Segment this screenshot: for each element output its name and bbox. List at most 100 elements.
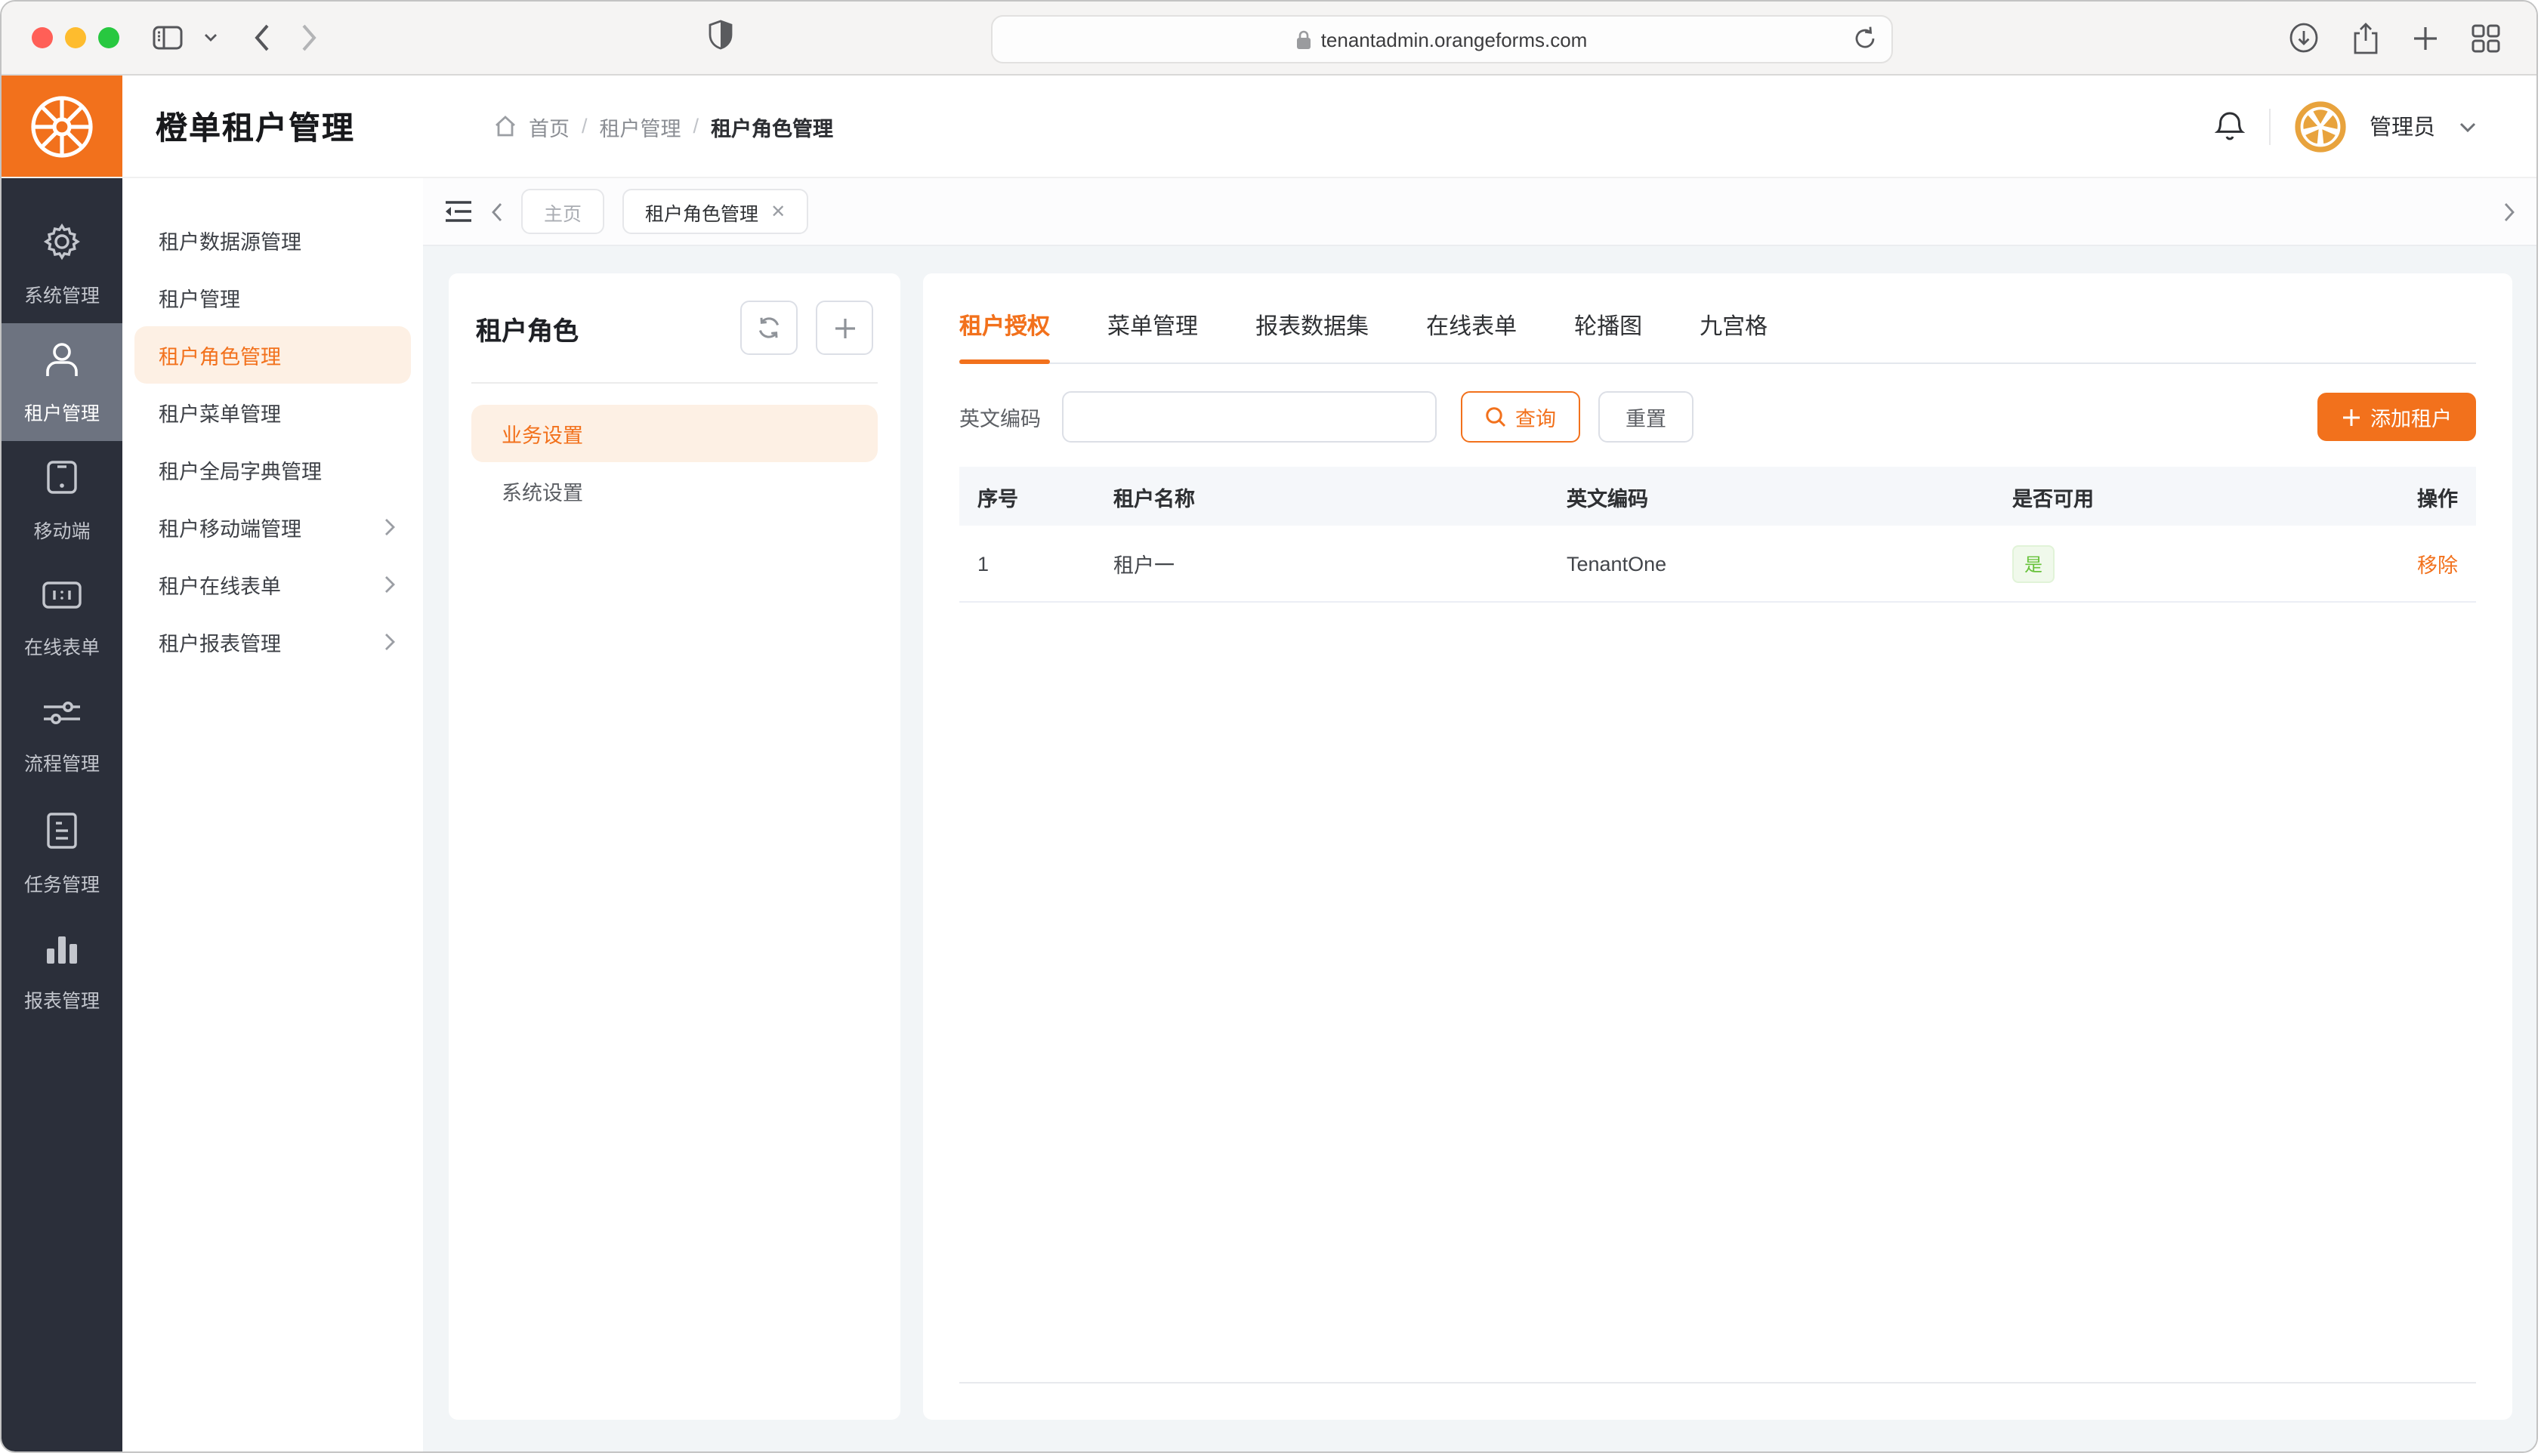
breadcrumb-parent[interactable]: 租户管理: [600, 111, 681, 141]
tenant-table: 序号 租户名称 英文编码 是否可用 操作 1 租户一 TenantOne 是 移…: [959, 467, 2476, 1384]
col-tenant-name: 租户名称: [1095, 481, 1548, 511]
sidebar-item-system[interactable]: 系统管理: [2, 205, 122, 323]
cell-available: 是: [1994, 544, 2387, 582]
user-name[interactable]: 管理员: [2370, 110, 2435, 142]
cell-actions: 移除: [2387, 548, 2476, 578]
download-icon[interactable]: [2289, 23, 2319, 53]
fullscreen-window-button[interactable]: [98, 27, 119, 48]
cell-tenant-name: 租户一: [1095, 548, 1548, 578]
menu-item-tenant-dict[interactable]: 租户全局字典管理: [134, 441, 411, 498]
menu-item-tenant-admin[interactable]: 租户管理: [134, 269, 411, 326]
sliders-icon: [41, 696, 83, 736]
minimize-window-button[interactable]: [65, 27, 86, 48]
table-empty-space: [959, 603, 2476, 1382]
panel-title: 租户角色: [476, 309, 722, 347]
col-english-code: 英文编码: [1548, 481, 1994, 511]
tenant-auth-panel: 租户授权 菜单管理 报表数据集 在线表单 轮播图 九宫格 英文编码 查询: [923, 273, 2512, 1420]
tab-report-dataset[interactable]: 报表数据集: [1255, 298, 1369, 362]
menu-item-tenant-online-form[interactable]: 租户在线表单: [134, 556, 411, 613]
tenant-role-panel: 租户角色 业务设置 系统设置: [449, 273, 900, 1420]
new-tab-icon[interactable]: [2413, 25, 2438, 51]
table-row: 1 租户一 TenantOne 是 移除: [959, 526, 2476, 603]
tabs-scroll-right-icon[interactable]: [2503, 202, 2515, 221]
user-icon: [42, 339, 82, 386]
mobile-icon: [42, 457, 82, 504]
sidebar-item-tenant[interactable]: 租户管理: [2, 323, 122, 441]
panel-divider: [471, 382, 878, 384]
status-badge: 是: [2012, 544, 2055, 582]
chevron-right-icon: [384, 575, 396, 594]
cell-index: 1: [959, 552, 1095, 575]
cell-english-code: TenantOne: [1548, 552, 1994, 575]
sidebar-icon[interactable]: [153, 26, 183, 50]
sidebar-item-workflow[interactable]: 流程管理: [2, 677, 122, 794]
table-header-row: 序号 租户名称 英文编码 是否可用 操作: [959, 467, 2476, 526]
col-actions: 操作: [2387, 481, 2476, 511]
menu-item-tenant-mobile[interactable]: 租户移动端管理: [134, 498, 411, 556]
user-menu-chevron-icon[interactable]: [2459, 113, 2476, 140]
app-header: 橙单租户管理 首页 / 租户管理 / 租户角色管理: [2, 76, 2536, 178]
back-icon[interactable]: [254, 24, 270, 51]
role-item-business[interactable]: 业务设置: [471, 405, 878, 462]
search-field-label: 英文编码: [959, 402, 1041, 432]
breadcrumb-home[interactable]: 首页: [529, 111, 570, 141]
tabs-scroll-left-icon[interactable]: [491, 202, 503, 221]
url-text: tenantadmin.orangeforms.com: [1321, 28, 1588, 51]
tab-tenant-role[interactable]: 租户角色管理 ✕: [622, 189, 808, 234]
menu-item-tenant-menu[interactable]: 租户菜单管理: [134, 384, 411, 441]
sidebar-item-online-form[interactable]: 在线表单: [2, 559, 122, 677]
close-window-button[interactable]: [32, 27, 53, 48]
tab-menu-mgmt[interactable]: 菜单管理: [1107, 298, 1198, 362]
tab-grid-nine[interactable]: 九宫格: [1700, 298, 1768, 362]
english-code-input[interactable]: [1062, 391, 1437, 443]
menu-item-tenant-report[interactable]: 租户报表管理: [134, 613, 411, 671]
menu-item-tenant-datasource[interactable]: 租户数据源管理: [134, 211, 411, 269]
browser-window: tenantadmin.orangeforms.com: [0, 0, 2538, 1453]
chevron-right-icon: [384, 518, 396, 536]
close-icon[interactable]: ✕: [770, 201, 786, 222]
gear-icon: [42, 221, 82, 268]
address-bar[interactable]: tenantadmin.orangeforms.com: [991, 15, 1893, 63]
search-form: 英文编码 查询 重置 添加租户: [959, 391, 2476, 443]
form-icon: [41, 576, 83, 620]
browser-toolbar: tenantadmin.orangeforms.com: [2, 2, 2536, 76]
tab-carousel[interactable]: 轮播图: [1574, 298, 1642, 362]
col-index: 序号: [959, 481, 1095, 511]
tab-online-form[interactable]: 在线表单: [1426, 298, 1517, 362]
reload-icon[interactable]: [1854, 26, 1876, 56]
tab-home[interactable]: 主页: [521, 189, 604, 234]
tab-overview-icon[interactable]: [2472, 23, 2500, 52]
share-icon[interactable]: [2352, 22, 2379, 54]
lock-icon: [1297, 29, 1312, 49]
col-available: 是否可用: [1994, 481, 2387, 511]
remove-link[interactable]: 移除: [2417, 554, 2458, 577]
detail-tabs: 租户授权 菜单管理 报表数据集 在线表单 轮播图 九宫格: [959, 298, 2476, 364]
role-item-system[interactable]: 系统设置: [471, 462, 878, 520]
content-area: 主页 租户角色管理 ✕ 租户角色: [423, 178, 2536, 1451]
add-tenant-button[interactable]: 添加租户: [2317, 393, 2476, 441]
tab-tenant-auth[interactable]: 租户授权: [959, 298, 1050, 362]
sidebar-item-mobile[interactable]: 移动端: [2, 441, 122, 559]
menu-item-tenant-role[interactable]: 租户角色管理: [134, 326, 411, 384]
page-tab-bar: 主页 租户角色管理 ✕: [423, 178, 2536, 246]
header-divider: [2268, 108, 2270, 144]
home-icon: [494, 115, 517, 137]
collapse-menu-icon[interactable]: [444, 199, 473, 224]
privacy-shield-icon[interactable]: [709, 20, 733, 57]
forward-icon[interactable]: [301, 24, 317, 51]
sidebar-item-tasks[interactable]: 任务管理: [2, 794, 122, 912]
chevron-down-icon[interactable]: [204, 33, 218, 42]
bell-icon[interactable]: [2214, 110, 2244, 143]
add-role-button[interactable]: [816, 301, 873, 355]
app-logo[interactable]: [2, 76, 122, 177]
avatar[interactable]: [2294, 100, 2345, 152]
chevron-right-icon: [384, 633, 396, 651]
breadcrumb: 首页 / 租户管理 / 租户角色管理: [494, 111, 833, 141]
document-icon: [44, 810, 80, 857]
reset-button[interactable]: 重置: [1598, 391, 1693, 443]
sidebar-item-reports[interactable]: 报表管理: [2, 912, 122, 1030]
query-button[interactable]: 查询: [1461, 391, 1580, 443]
refresh-button[interactable]: [740, 301, 798, 355]
breadcrumb-current: 租户角色管理: [711, 111, 833, 141]
page-title: 橙单租户管理: [156, 103, 355, 149]
